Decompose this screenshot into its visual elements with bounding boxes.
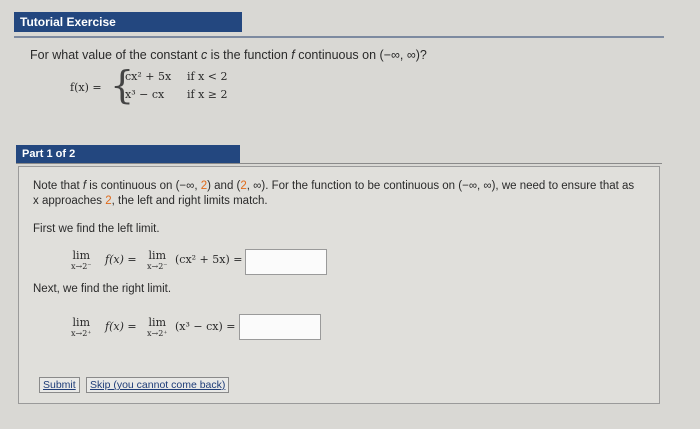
case1-expression: cx² + 5x <box>125 70 172 83</box>
limit-operator: lim x→2⁺ <box>147 316 168 338</box>
piecewise-function: f(x) = { cx² + 5x if x < 2 x³ − cx if x … <box>70 66 250 108</box>
function-label: f(x) = <box>70 81 102 94</box>
limit-operator: lim x→2⁺ <box>71 316 92 338</box>
part-divider <box>16 163 662 164</box>
limit-operator: lim x→2⁻ <box>147 249 168 271</box>
right-limit-equation: lim x→2⁺ f(x) = lim x→2⁺ (x³ − cx) = <box>71 316 236 338</box>
right-limit-title: Next, we find the right limit. <box>33 283 172 295</box>
tutorial-title: Tutorial Exercise <box>20 15 116 29</box>
skip-button[interactable]: Skip (you cannot come back) <box>86 377 230 393</box>
case1-condition: if x < 2 <box>187 70 228 83</box>
header-divider <box>14 36 664 38</box>
case2-expression: x³ − cx <box>125 88 165 101</box>
part-panel: Note that f is continuous on (−∞, 2) and… <box>18 166 660 404</box>
part-label: Part 1 of 2 <box>22 148 76 160</box>
limit-operator: lim x→2⁻ <box>71 249 92 271</box>
part-header: Part 1 of 2 <box>16 145 240 163</box>
submit-button[interactable]: Submit <box>39 377 80 393</box>
left-limit-title: First we find the left limit. <box>33 223 160 235</box>
left-limit-input[interactable] <box>245 249 327 275</box>
tutorial-header: Tutorial Exercise <box>14 12 242 32</box>
question-text: For what value of the constant c is the … <box>30 48 427 62</box>
right-limit-input[interactable] <box>239 314 321 340</box>
case2-condition: if x ≥ 2 <box>187 88 228 101</box>
note-text: Note that f is continuous on (−∞, 2) and… <box>33 180 635 207</box>
